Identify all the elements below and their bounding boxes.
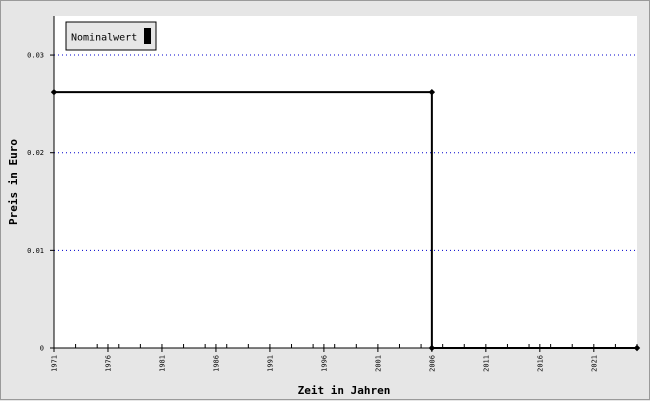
x-tick-label: 1991	[266, 355, 274, 372]
y-tick-label: 0.02	[27, 149, 44, 157]
x-tick-label: 1981	[158, 355, 166, 372]
y-tick-label: 0.03	[27, 52, 44, 60]
x-tick-label: 1976	[104, 355, 112, 372]
x-tick-label: 2021	[590, 355, 598, 372]
x-tick-label: 2001	[374, 355, 382, 372]
y-axis-title: Preis in Euro	[7, 139, 20, 225]
legend-label-nominalwert: Nominalwert	[71, 33, 137, 44]
x-tick-label: 2016	[536, 355, 544, 372]
x-axis-title: Zeit in Jahren	[298, 384, 391, 397]
plot-area	[54, 16, 637, 348]
x-tick-label: 1986	[212, 355, 220, 372]
y-tick-label: 0	[40, 345, 44, 353]
x-tick-label: 2011	[482, 355, 490, 372]
x-tick-label: 2006	[428, 355, 436, 372]
chart: 0 0.01 0.02 0.03 1971 1976 1981 1986 1991 1996 200…	[7, 16, 641, 397]
x-tick-label: 1996	[320, 355, 328, 372]
x-tick-label: 1971	[51, 355, 59, 372]
legend: Nominalwert	[65, 21, 157, 51]
legend-swatch	[144, 28, 151, 44]
chart-frame: 0 0.01 0.02 0.03 1971 1976 1981 1986 1991 1996 200…	[0, 0, 650, 400]
y-tick-label: 0.01	[27, 247, 44, 255]
